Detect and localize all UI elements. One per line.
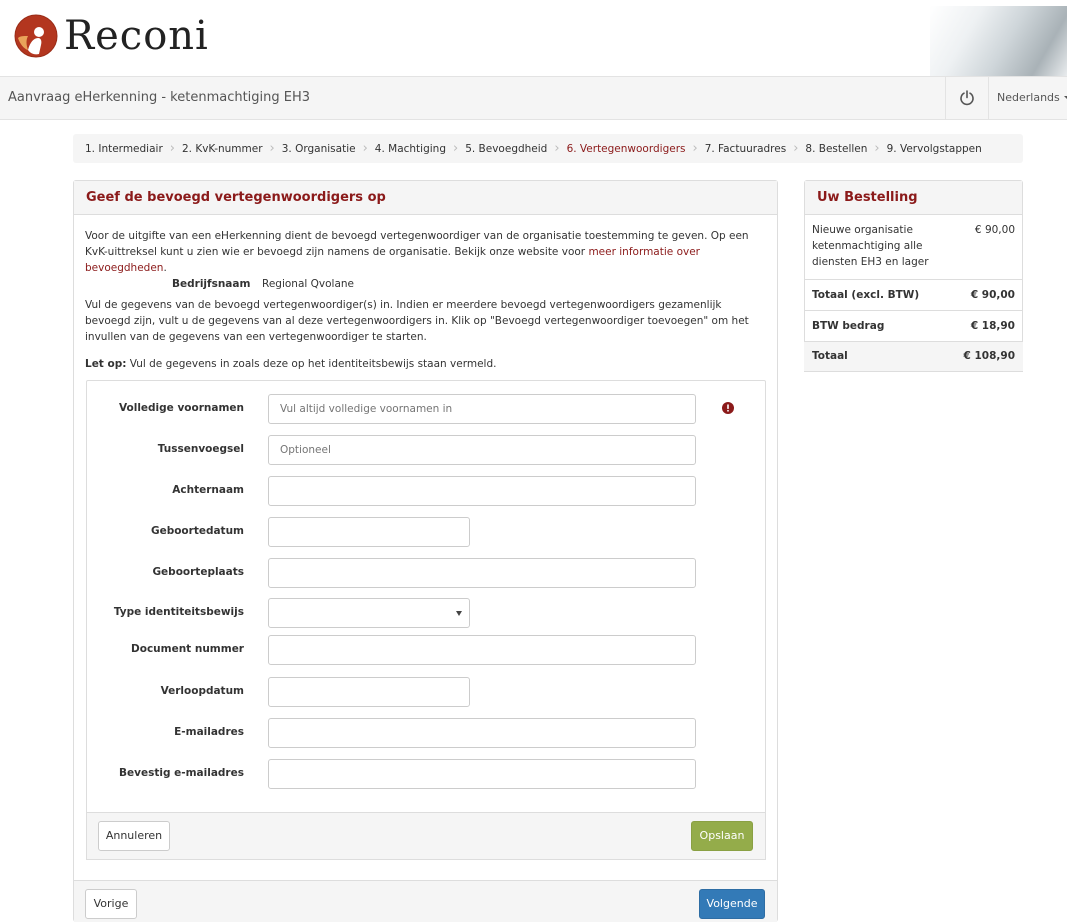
birth-date-label: Geboortedatum [150,525,244,537]
form-footer [86,812,766,860]
section-heading: Geef de bevoegd vertegenwoordigers op [74,181,777,215]
chevron-right-icon: › [692,141,698,156]
breadcrumb: 1. Intermediair › 2. KvK-nummer › 3. Organ… [73,134,1023,163]
vat-label: BTW bedrag [812,320,885,332]
birth-date-input[interactable] [268,517,470,547]
previous-button[interactable]: Vorige [85,889,137,919]
subtotal-amount: € 90,00 [970,289,1015,301]
order-heading: Uw Bestelling [805,181,1022,215]
last-name-label: Achternaam [172,484,244,496]
total-amount: € 108,90 [963,350,1015,362]
prefix-input[interactable] [268,435,696,465]
id-type-select[interactable] [268,598,470,628]
save-button[interactable]: Opslaan [691,821,753,851]
company-label: Bedrijfsnaam [172,278,251,290]
step-5[interactable]: 5. Bevoegdheid [465,143,547,155]
expiry-date-input[interactable] [268,677,470,707]
order-item-amount: € 90,00 [974,224,1015,236]
logo[interactable]: Reconi [14,14,209,58]
step-6[interactable]: 6. Vertegenwoordigers [567,143,686,155]
step-9[interactable]: 9. Vervolgstappen [887,143,982,155]
cancel-button[interactable]: Annuleren [98,821,170,851]
first-names-label: Volledige voornamen [118,402,244,414]
email-confirm-input[interactable] [268,759,696,789]
power-icon [960,90,974,106]
vat-amount: € 18,90 [970,320,1015,332]
total-label: Totaal [812,350,848,362]
note-bold: Let op: [85,358,127,370]
doc-number-input[interactable] [268,635,696,665]
birth-place-label: Geboorteplaats [152,566,244,578]
topbar: Aanvraag eHerkenning - ketenmachtiging E… [0,76,1067,120]
last-name-input[interactable] [268,476,696,506]
chevron-right-icon: › [269,141,275,156]
note-paragraph: Let op: Vul de gegevens in zoals deze op… [85,356,760,372]
navigation-bar [74,880,777,922]
chevron-right-icon: › [554,141,560,156]
chevron-right-icon: › [169,141,175,156]
brand-name: Reconi [64,13,209,59]
page-title: Aanvraag eHerkenning - ketenmachtiging E… [8,90,311,105]
chevron-right-icon: › [453,141,459,156]
chevron-right-icon: › [874,141,880,156]
email-label: E-mailadres [174,726,244,738]
order-total-row: Totaal € 108,90 [804,341,1023,372]
id-type-label: Type identiteitsbewijs [113,606,244,618]
email-confirm-label: Bevestig e-mailadres [119,767,244,779]
step-4[interactable]: 4. Machtiging [375,143,446,155]
step-8[interactable]: 8. Bestellen [805,143,867,155]
next-button[interactable]: Volgende [699,889,765,919]
header: Reconi [0,0,1067,76]
header-photo [930,6,1067,76]
order-item-description: Nieuwe organisatie ketenmachtiging alle … [812,224,929,268]
prefix-label: Tussenvoegsel [157,443,244,455]
instructions: Vul de gegevens van de bevoegd vertegenw… [85,299,749,343]
chevron-right-icon: › [793,141,799,156]
chevron-right-icon: › [362,141,368,156]
step-7[interactable]: 7. Factuuradres [705,143,787,155]
note-text: Vul de gegevens in zoals deze op het ide… [126,358,497,370]
reconi-logo-icon [14,14,58,58]
logout-button[interactable] [945,77,989,119]
step-2[interactable]: 2. KvK-nummer [182,143,263,155]
intro-paragraph: Voor de uitgifte van een eHerkenning die… [85,228,760,276]
order-vat-row: BTW bedrag € 18,90 [804,310,1023,341]
language-label: Nederlands [997,91,1060,104]
exclamation-circle-icon[interactable] [722,402,734,414]
subtotal-label: Totaal (excl. BTW) [812,289,920,301]
step-3[interactable]: 3. Organisatie [282,143,356,155]
first-names-input[interactable] [268,394,696,424]
company-value: Regional Qvolane [262,278,355,290]
language-dropdown[interactable]: Nederlands [997,77,1067,119]
order-subtotal-row: Totaal (excl. BTW) € 90,00 [804,279,1023,310]
step-1[interactable]: 1. Intermediair [85,143,163,155]
chevron-down-icon [456,611,462,616]
doc-number-label: Document nummer [131,643,244,655]
birth-place-input[interactable] [268,558,696,588]
email-input[interactable] [268,718,696,748]
expiry-date-label: Verloopdatum [160,685,244,697]
intro-end: . [163,262,167,274]
